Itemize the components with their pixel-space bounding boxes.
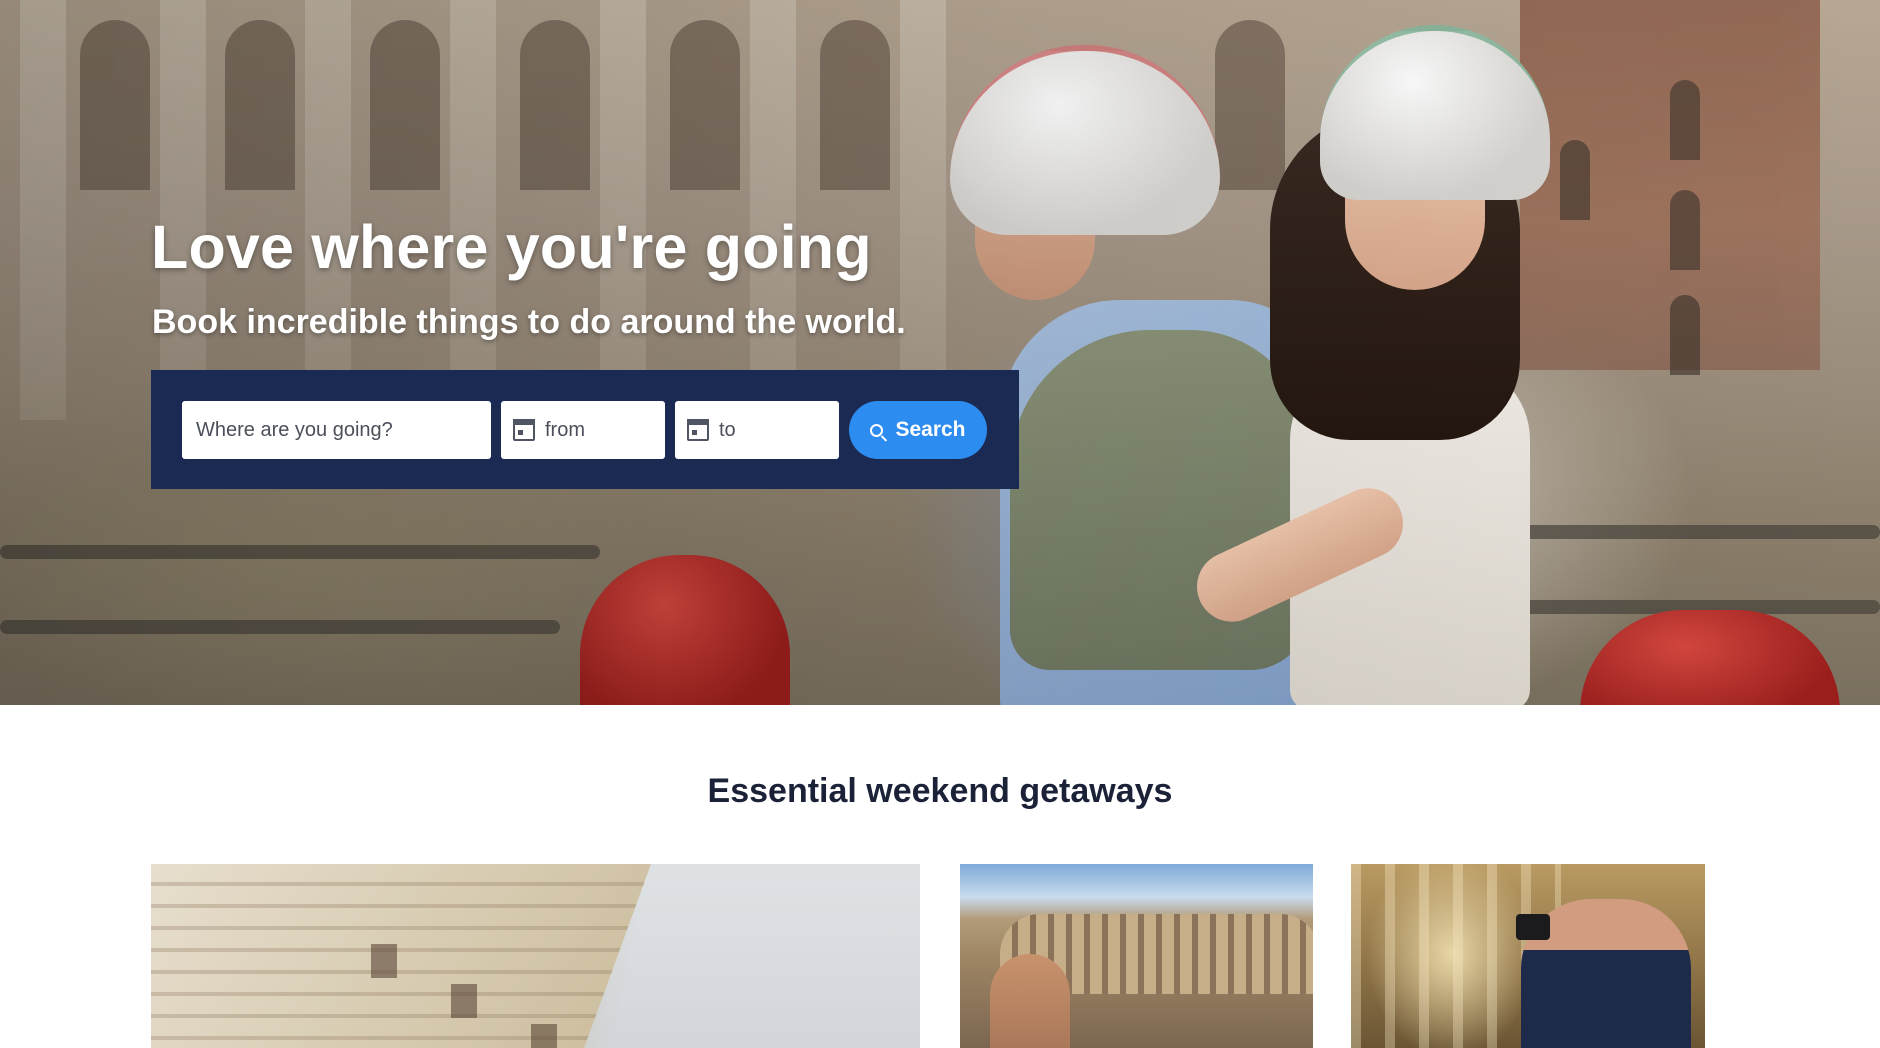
getaway-card-colosseum-exterior[interactable] — [151, 864, 920, 1048]
hero-title: Love where you're going — [151, 213, 872, 281]
search-panel: Where are you going? from to Search — [151, 370, 1019, 489]
calendar-icon — [513, 419, 535, 441]
from-date-placeholder: from — [545, 418, 585, 441]
search-button-label: Search — [895, 418, 966, 441]
card-image — [151, 864, 651, 1048]
camera-icon — [1516, 914, 1550, 940]
destination-placeholder: Where are you going? — [196, 418, 393, 441]
search-icon — [870, 423, 884, 437]
section-title: Essential weekend getaways — [707, 772, 1173, 810]
from-date-input[interactable]: from — [501, 401, 665, 459]
getaway-card-vatican-gallery[interactable] — [1351, 864, 1705, 1048]
destination-input[interactable]: Where are you going? — [182, 401, 491, 459]
to-date-input[interactable]: to — [675, 401, 839, 459]
search-button[interactable]: Search — [849, 401, 987, 459]
getaway-card-colosseum-arena[interactable] — [960, 864, 1313, 1048]
calendar-icon — [687, 419, 709, 441]
to-date-placeholder: to — [719, 418, 736, 441]
hero-subtitle: Book incredible things to do around the … — [152, 303, 906, 341]
hero-banner: Love where you're going Book incredible … — [0, 0, 1880, 705]
